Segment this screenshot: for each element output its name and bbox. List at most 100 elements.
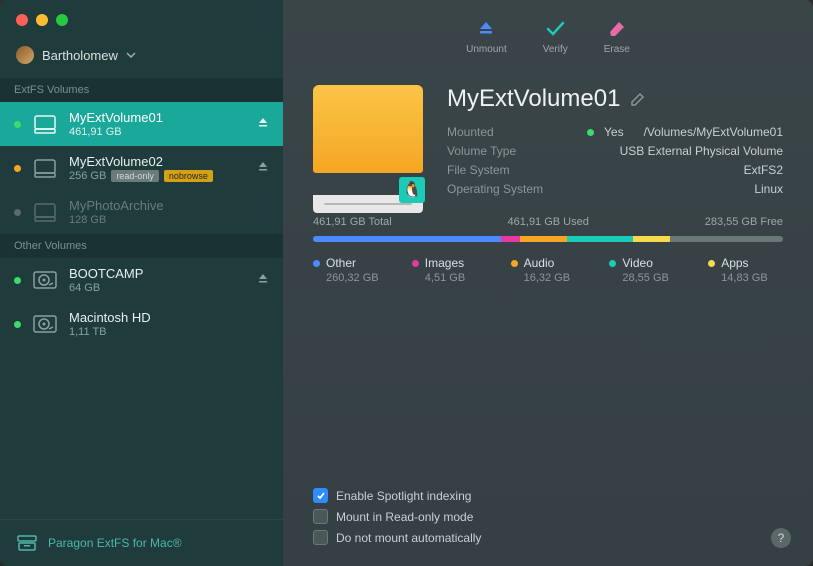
legend-dot <box>511 260 518 267</box>
usage-free: 283,55 GB Free <box>705 216 783 228</box>
usage-total: 461,91 GB Total <box>313 216 392 228</box>
window-controls <box>0 0 283 40</box>
volume-item[interactable]: MyExtVolume02256 GBread-onlynobrowse <box>0 146 283 190</box>
volume-name: MyExtVolume01 <box>69 110 247 125</box>
legend-item: Audio16,32 GB <box>511 256 586 284</box>
sidebar: Bartholomew ExtFS VolumesMyExtVolume0146… <box>0 0 283 566</box>
os-label: Operating System <box>447 182 587 196</box>
check-icon <box>544 18 566 40</box>
legend-dot <box>609 260 616 267</box>
legend-value: 260,32 GB <box>326 272 388 284</box>
fullscreen-window-button[interactable] <box>56 14 68 26</box>
legend-label: Images <box>425 256 464 270</box>
linux-badge-icon: 🐧 <box>399 177 425 203</box>
eject-icon <box>475 18 497 40</box>
section-header: Other Volumes <box>0 234 283 258</box>
status-dot <box>14 277 21 284</box>
legend-label: Other <box>326 256 356 270</box>
legend-value: 14,83 GB <box>721 272 783 284</box>
app-window: Bartholomew ExtFS VolumesMyExtVolume0146… <box>0 0 813 566</box>
external-drive-icon <box>31 201 59 223</box>
volume-item[interactable]: MyPhotoArchive128 GB <box>0 190 283 234</box>
volume-title: MyExtVolume01 <box>447 85 620 113</box>
eject-icon[interactable] <box>257 271 269 289</box>
user-name: Bartholomew <box>42 48 118 63</box>
checkbox-icon <box>313 509 328 524</box>
legend-dot <box>708 260 715 267</box>
legend-item: Apps 14,83 GB <box>708 256 783 284</box>
eject-icon[interactable] <box>257 159 269 177</box>
external-drive-icon <box>31 157 59 179</box>
volume-name: MyPhotoArchive <box>69 198 269 213</box>
status-dot <box>587 129 594 136</box>
eraser-icon <box>606 18 628 40</box>
chevron-down-icon <box>126 52 136 58</box>
unmount-button[interactable]: Unmount <box>466 18 507 55</box>
legend-item: Images4,51 GB <box>412 256 487 284</box>
readonly-option[interactable]: Mount in Read-only mode <box>313 506 783 527</box>
status-dot <box>14 165 21 172</box>
usage-segment <box>633 236 671 242</box>
volume-name: Macintosh HD <box>69 310 269 325</box>
usage-segment <box>520 236 567 242</box>
verify-button[interactable]: Verify <box>543 18 568 55</box>
volume-size: 256 GBread-onlynobrowse <box>69 170 247 182</box>
usage-legend: Other 260,32 GB Images4,51 GB Audio16,32 GB… <box>313 256 783 284</box>
volume-name: BOOTCAMP <box>69 266 247 281</box>
status-dot <box>14 321 21 328</box>
legend-label: Video <box>622 256 652 270</box>
volume-size: 128 GB <box>69 214 269 226</box>
legend-label: Apps <box>721 256 748 270</box>
badge: nobrowse <box>164 170 213 182</box>
fs-label: File System <box>447 163 587 177</box>
usage-segment <box>501 236 520 242</box>
volume-item[interactable]: BOOTCAMP64 GB <box>0 258 283 302</box>
legend-item: Video 28,55 GB <box>609 256 684 284</box>
legend-dot <box>313 260 320 267</box>
minimize-window-button[interactable] <box>36 14 48 26</box>
usage-segment <box>567 236 633 242</box>
mounted-label: Mounted <box>447 125 587 139</box>
badge: read-only <box>111 170 159 182</box>
edit-icon[interactable] <box>630 91 646 107</box>
erase-button[interactable]: Erase <box>604 18 630 55</box>
fs-value: ExtFS2 <box>587 163 783 177</box>
volume-size: 64 GB <box>69 282 247 294</box>
noauto-option[interactable]: Do not mount automatically <box>313 527 783 548</box>
toolbar: Unmount Verify Erase <box>283 0 813 67</box>
voltype-value: USB External Physical Volume <box>587 144 783 158</box>
status-dot <box>14 209 21 216</box>
volume-name: MyExtVolume02 <box>69 154 247 169</box>
external-drive-icon <box>31 113 59 135</box>
hdd-icon <box>31 313 59 335</box>
usage-segment-free <box>670 236 783 242</box>
archive-icon <box>16 534 38 552</box>
mounted-value: Yes /Volumes/MyExtVolume01 <box>587 125 783 139</box>
hdd-icon <box>31 269 59 291</box>
legend-value: 28,55 GB <box>622 272 684 284</box>
legend-item: Other 260,32 GB <box>313 256 388 284</box>
usage-segment <box>313 236 501 242</box>
volume-item[interactable]: MyExtVolume01461,91 GB <box>0 102 283 146</box>
legend-dot <box>412 260 419 267</box>
legend-label: Audio <box>524 256 555 270</box>
status-dot <box>14 121 21 128</box>
voltype-label: Volume Type <box>447 144 587 158</box>
volume-item[interactable]: Macintosh HD1,11 TB <box>0 302 283 346</box>
help-button[interactable]: ? <box>771 528 791 548</box>
usage-used: 461,91 GB Used <box>508 216 589 228</box>
sidebar-footer[interactable]: Paragon ExtFS for Mac® <box>0 519 283 566</box>
mount-path-link[interactable]: /Volumes/MyExtVolume01 <box>644 125 783 139</box>
os-value: Linux <box>587 182 783 196</box>
checkbox-icon <box>313 530 328 545</box>
volume-size: 1,11 TB <box>69 326 269 338</box>
user-menu[interactable]: Bartholomew <box>0 40 283 78</box>
close-window-button[interactable] <box>16 14 28 26</box>
section-header: ExtFS Volumes <box>0 78 283 102</box>
volume-size: 461,91 GB <box>69 126 247 138</box>
spotlight-option[interactable]: Enable Spotlight indexing <box>313 485 783 506</box>
drive-illustration: 🐧 <box>313 85 423 195</box>
avatar <box>16 46 34 64</box>
eject-icon[interactable] <box>257 115 269 133</box>
mount-options: Enable Spotlight indexing Mount in Read-… <box>283 485 813 566</box>
